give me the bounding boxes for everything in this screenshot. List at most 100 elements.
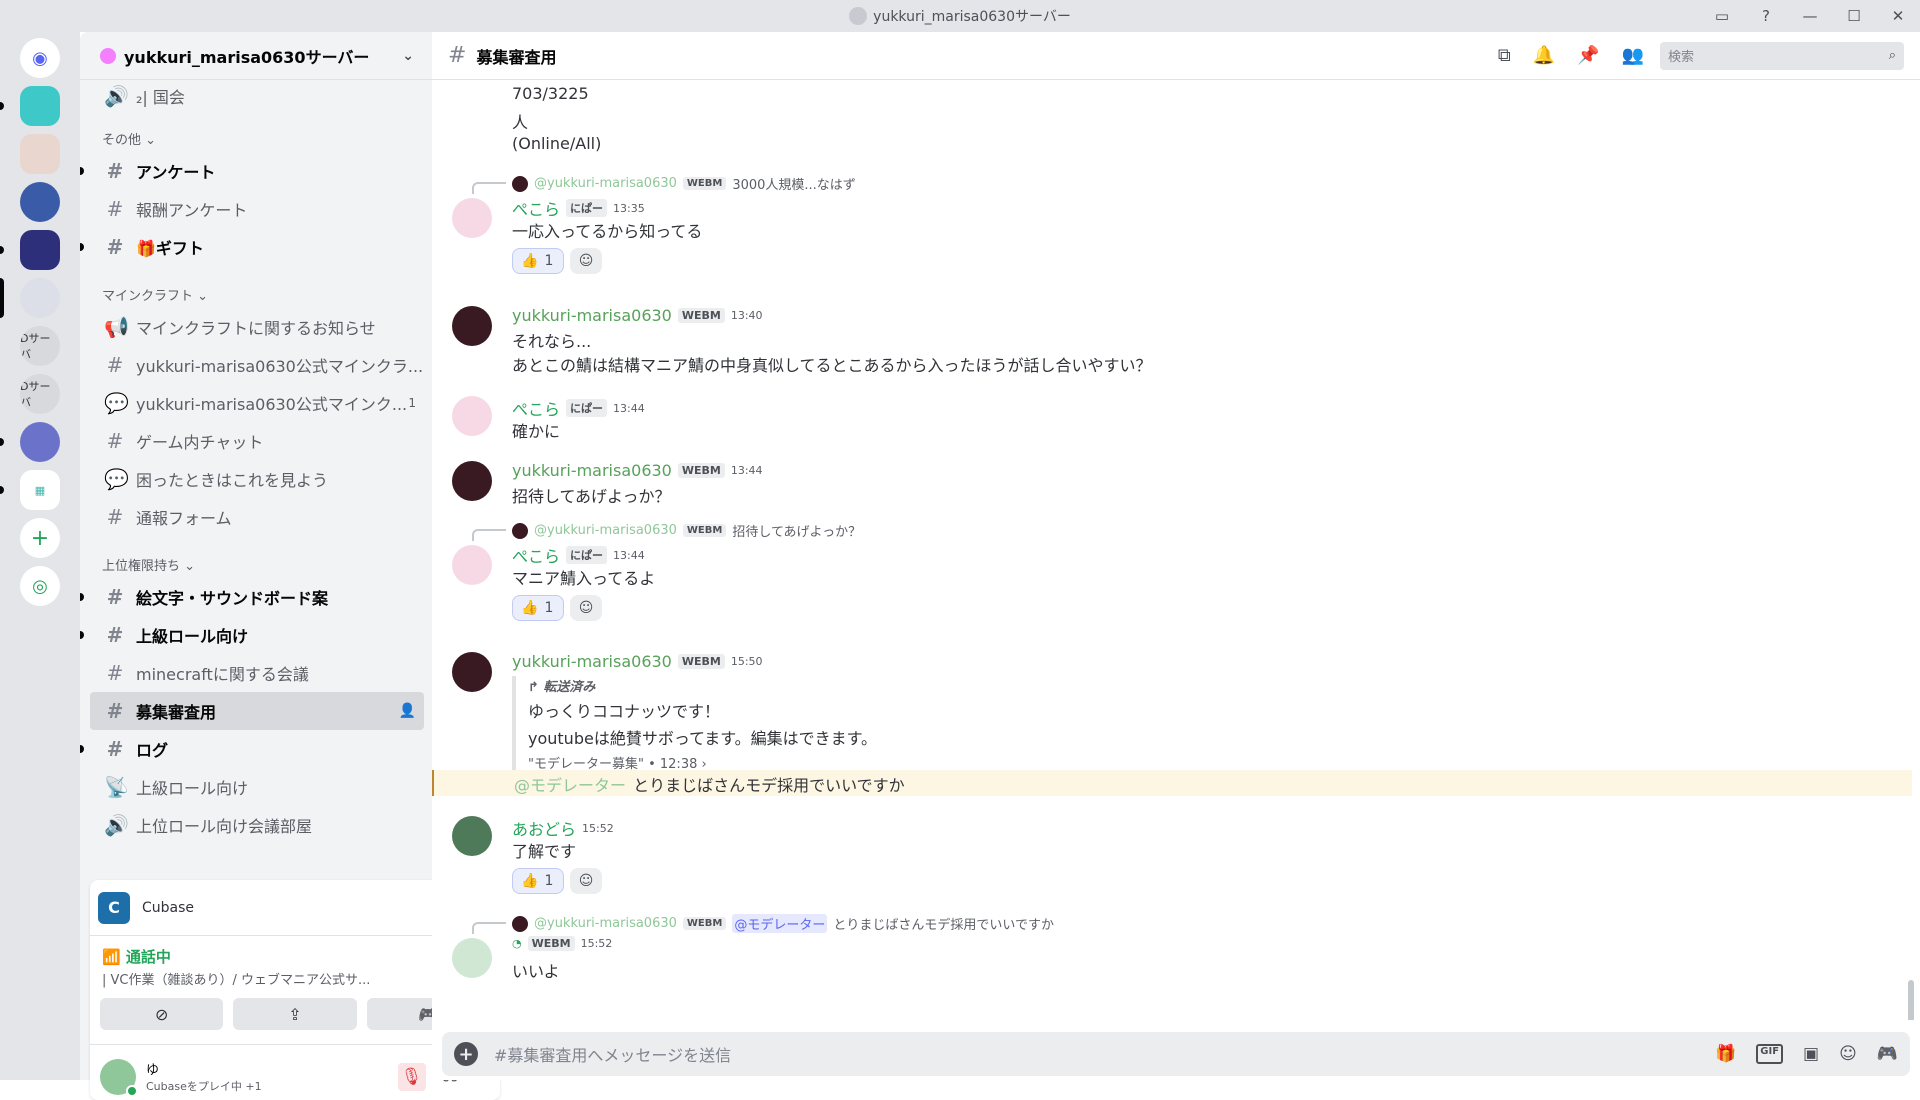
reply-preview[interactable]: @yukkuri-marisa0630 WEBM 3000人規模...なはず: [512, 174, 856, 193]
channel-emoji-soundboard[interactable]: # 絵文字・サウンドボード案: [80, 578, 424, 616]
add-reaction-button[interactable]: ☺: [570, 868, 602, 894]
avatar[interactable]: [452, 396, 492, 436]
username[interactable]: ぺこら: [512, 543, 560, 567]
add-reaction-button[interactable]: ☺: [570, 595, 602, 621]
mic-muted-icon[interactable]: 🎙: [397, 1062, 426, 1091]
category-other[interactable]: その他 ⌄: [88, 122, 424, 152]
hash-icon: #: [448, 43, 467, 68]
server-icon-6[interactable]: Dサーバ: [20, 326, 60, 366]
channel-log[interactable]: # ログ: [80, 730, 424, 768]
server-icon-8[interactable]: [20, 422, 60, 462]
server-list: ◉ Dサーバ Dサーバ ▦ + ◎: [0, 32, 80, 1080]
channel-anketo[interactable]: # アンケート: [80, 152, 424, 190]
avatar[interactable]: [452, 652, 492, 692]
username[interactable]: ぺこら: [512, 396, 560, 420]
sticker-icon[interactable]: ▣: [1803, 1044, 1819, 1064]
role-mention[interactable]: @モデレーター: [512, 776, 628, 795]
cubase-icon: C: [98, 891, 130, 924]
timestamp: 13:40: [730, 309, 763, 322]
message-text: 招待してあげよっか？: [512, 487, 671, 506]
message-line: 人: [512, 113, 529, 132]
channel-gift[interactable]: # 🎁ギフト: [80, 228, 424, 266]
username[interactable]: yukkuri-marisa0630: [512, 461, 672, 480]
server-icon-7[interactable]: Dサーバ: [20, 374, 60, 414]
channel-ingame-chat[interactable]: # ゲーム内チャット: [90, 422, 424, 460]
avatar[interactable]: [452, 461, 492, 501]
voice-connected-label[interactable]: 📶 通話中: [102, 946, 488, 967]
help-icon[interactable]: ?: [1744, 0, 1788, 32]
message-composer[interactable]: + #募集審査用へメッセージを送信 🎁 GIF ▣ ☺ 🎮: [442, 1032, 1910, 1076]
add-reaction-button[interactable]: ☺: [570, 248, 602, 274]
inbox-icon[interactable]: ▭: [1700, 0, 1744, 32]
message-input[interactable]: #募集審査用へメッセージを送信: [494, 1042, 731, 1066]
member-list-icon[interactable]: 👥: [1622, 45, 1644, 66]
channel-mc-official-2[interactable]: 💬 yukkuri-marisa0630公式マインク... 1: [90, 384, 424, 422]
channel-upper-meeting-room[interactable]: 🔊 上位ロール向け会議部屋: [90, 806, 424, 844]
channel-recruitment-review[interactable]: # 募集審査用 👤: [90, 692, 424, 730]
server-icon-9[interactable]: ▦: [20, 470, 60, 510]
add-attachment-icon[interactable]: +: [454, 1042, 478, 1066]
avatar[interactable]: [452, 545, 492, 585]
forwarded-message[interactable]: ↱ 転送済み ゆっくりココナッツです！ youtubeは絶賛サボってます。編集は…: [512, 676, 877, 772]
timestamp: 13:44: [730, 464, 763, 477]
reaction-thumbs-up[interactable]: 👍 1: [512, 868, 564, 894]
server-icon-3[interactable]: [20, 182, 60, 222]
camera-off-button[interactable]: ⊘: [100, 998, 224, 1030]
voice-channel-name[interactable]: | VC作業（雑談あり）/ ウェブマニア公式サ...: [102, 969, 422, 988]
channel-mc-official-1[interactable]: # yukkuri-marisa0630公式マインクラ...: [90, 346, 424, 384]
discord-home-button[interactable]: ◉: [20, 38, 60, 78]
forum-icon: 💬: [104, 467, 129, 491]
username[interactable]: あおどら: [512, 816, 576, 840]
pin-icon[interactable]: 📌: [1577, 45, 1599, 66]
channel-voice[interactable]: 🔊 ₂| 国会: [90, 82, 424, 110]
username[interactable]: yukkuri-marisa0630: [512, 306, 672, 325]
gif-icon[interactable]: GIF: [1756, 1044, 1784, 1064]
category-upper[interactable]: 上位権限持ち ⌄: [88, 548, 424, 578]
apps-icon[interactable]: 🎮: [1877, 1044, 1898, 1064]
discover-icon[interactable]: ◎: [20, 566, 60, 606]
clan-tag: にぱー: [566, 399, 608, 417]
channel-minecraft-meeting[interactable]: # minecraftに関する会議: [90, 654, 424, 692]
reply-preview[interactable]: @yukkuri-marisa0630 WEBM @モデレーター とりまじばさん…: [512, 914, 1054, 933]
avatar[interactable]: [452, 938, 492, 978]
scrollbar[interactable]: [1908, 980, 1914, 1020]
maximize-button[interactable]: ☐: [1832, 0, 1876, 32]
avatar[interactable]: [452, 816, 492, 856]
threads-icon[interactable]: ⧉: [1498, 45, 1511, 66]
username[interactable]: ぺこら: [512, 196, 560, 220]
forwarded-text: ゆっくりココナッツです！: [528, 702, 721, 721]
server-icon-4[interactable]: [20, 230, 60, 270]
hash-icon: #: [106, 505, 124, 529]
search-input[interactable]: 検索 ⌕: [1660, 41, 1904, 70]
channel-report-form[interactable]: # 通報フォーム: [90, 498, 424, 536]
avatar[interactable]: [452, 198, 492, 238]
reply-preview[interactable]: @yukkuri-marisa0630 WEBM 招待してあげよっか？: [512, 521, 861, 540]
server-icon-2[interactable]: [20, 134, 60, 174]
username[interactable]: yukkuri-marisa0630: [512, 652, 672, 671]
notification-bell-icon[interactable]: 🔔: [1533, 45, 1555, 66]
forum-icon: 💬: [104, 391, 129, 415]
close-button[interactable]: ✕: [1876, 0, 1920, 32]
channel-senior-voice[interactable]: 📡 上級ロール向け: [90, 768, 424, 806]
channel-help[interactable]: 💬 困ったときはこれを見よう: [90, 460, 424, 498]
minimize-button[interactable]: —: [1788, 0, 1832, 32]
avatar[interactable]: [100, 1058, 138, 1097]
username-icon[interactable]: ◔: [512, 937, 522, 950]
channel-mc-news[interactable]: 📢 マインクラフトに関するお知らせ: [90, 308, 424, 346]
server-icon-current[interactable]: [20, 278, 60, 318]
reaction-thumbs-up[interactable]: 👍 1: [512, 595, 564, 621]
server-icon-1[interactable]: [20, 86, 60, 126]
add-member-icon[interactable]: 👤: [399, 703, 416, 719]
channel-senior-role[interactable]: # 上級ロール向け: [80, 616, 424, 654]
gift-icon[interactable]: 🎁: [1715, 1044, 1736, 1064]
timestamp: 15:52: [582, 821, 614, 835]
server-header[interactable]: yukkuri_marisa0630サーバー ⌄: [80, 32, 432, 80]
reaction-thumbs-up[interactable]: 👍 1: [512, 248, 564, 274]
category-minecraft[interactable]: マインクラフト ⌄: [88, 278, 424, 308]
add-server-icon[interactable]: +: [20, 518, 60, 558]
message-line: (Online/All): [512, 134, 602, 153]
emoji-icon[interactable]: ☺: [1839, 1044, 1857, 1064]
channel-reward-anketo[interactable]: # 報酬アンケート: [90, 190, 424, 228]
screen-share-button[interactable]: ⇪: [233, 998, 357, 1030]
avatar[interactable]: [452, 306, 492, 346]
